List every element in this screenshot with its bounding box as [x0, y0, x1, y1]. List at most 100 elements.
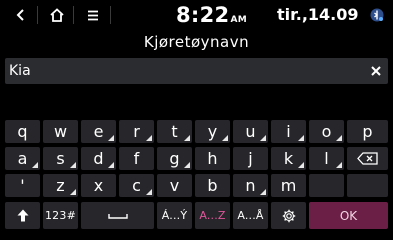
alternates-indicator	[146, 189, 152, 195]
key-label: i	[286, 121, 291, 141]
key-label: e	[93, 121, 104, 141]
key-z[interactable]: z	[43, 174, 78, 197]
key-k[interactable]: k	[271, 147, 306, 170]
backspace-icon	[356, 152, 378, 165]
key-label: x	[93, 175, 104, 195]
alternates-indicator	[298, 135, 304, 141]
alternates-indicator	[260, 189, 266, 195]
accented-letters-key[interactable]: Á...Ý	[157, 202, 192, 229]
key-label: u	[245, 121, 256, 141]
space-icon	[107, 213, 128, 219]
vehicle-name-field[interactable]: Kia	[5, 58, 388, 84]
key-c[interactable]: c	[119, 174, 154, 197]
key-n[interactable]: n	[233, 174, 268, 197]
key-label: A...Z	[199, 209, 226, 222]
key-label: j	[248, 148, 253, 168]
clock-ampm: AM	[230, 15, 247, 25]
space-key[interactable]	[81, 202, 154, 229]
key-o[interactable]: o	[309, 120, 344, 143]
key-label: s	[56, 148, 65, 168]
key-label: m	[280, 175, 297, 195]
key-label: p	[362, 121, 373, 141]
clock-time: 8:22	[176, 3, 230, 27]
key-label: c	[132, 175, 141, 195]
key-l[interactable]: l	[309, 147, 344, 170]
key-g[interactable]: g	[157, 147, 192, 170]
alternates-indicator	[260, 135, 266, 141]
key-label: n	[245, 175, 256, 195]
key-label: g	[169, 148, 180, 168]
alternates-indicator	[336, 135, 342, 141]
key-a[interactable]: a	[5, 147, 40, 170]
alternates-indicator	[336, 162, 342, 168]
date: tir.,14.09	[277, 5, 359, 24]
key-label: q	[17, 121, 28, 141]
key-r[interactable]: r	[119, 120, 154, 143]
alternates-indicator	[32, 162, 38, 168]
backspace-key[interactable]	[347, 147, 388, 170]
ok-button-label: OK	[339, 208, 358, 223]
page-title: Kjøretøynavn	[143, 33, 250, 51]
close-icon	[371, 66, 381, 76]
key-x[interactable]: x	[81, 174, 116, 197]
keyboard: q w e r t y u i o p a s d f g h j k l ' …	[0, 118, 393, 236]
home-icon[interactable]	[44, 3, 70, 27]
key-label: b	[207, 175, 218, 195]
key-label: 123#	[44, 209, 76, 222]
key-w[interactable]: w	[43, 120, 78, 143]
shift-key[interactable]	[5, 202, 40, 229]
key-h[interactable]: h	[195, 147, 230, 170]
status-bar: 8:22AM tir.,14.09	[0, 0, 393, 30]
key-y[interactable]: y	[195, 120, 230, 143]
key-b[interactable]: b	[195, 174, 230, 197]
alternates-indicator	[184, 135, 190, 141]
numeric-symbols-key[interactable]: 123#	[43, 202, 78, 229]
alternates-indicator	[298, 162, 304, 168]
key-blank[interactable]	[309, 174, 344, 197]
key-j[interactable]: j	[233, 147, 268, 170]
alternates-indicator	[146, 135, 152, 141]
menu-icon[interactable]	[80, 3, 106, 27]
key-label: A...Å	[237, 209, 264, 222]
key-label: r	[133, 121, 140, 141]
key-label: k	[283, 148, 294, 168]
alternates-indicator	[222, 135, 228, 141]
alternates-indicator	[108, 162, 114, 168]
key-blank[interactable]	[347, 174, 388, 197]
clear-text-button[interactable]	[366, 61, 386, 81]
key-e[interactable]: e	[81, 120, 116, 143]
divider	[110, 6, 111, 24]
key-m[interactable]: m	[271, 174, 306, 197]
key-label: '	[20, 175, 25, 195]
key-i[interactable]: i	[271, 120, 306, 143]
nordic-letters-key[interactable]: A...Å	[233, 202, 268, 229]
key-label: z	[56, 175, 65, 195]
key-label: h	[207, 148, 218, 168]
alternates-indicator	[70, 162, 76, 168]
key-label: w	[53, 121, 68, 141]
key-label: v	[169, 175, 180, 195]
key-apostrophe[interactable]: '	[5, 174, 40, 197]
key-v[interactable]: v	[157, 174, 192, 197]
back-arrow-icon[interactable]	[8, 3, 34, 27]
key-label: o	[321, 121, 332, 141]
key-q[interactable]: q	[5, 120, 40, 143]
ok-button[interactable]: OK	[309, 202, 388, 229]
key-p[interactable]: p	[347, 120, 388, 143]
key-d[interactable]: d	[81, 147, 116, 170]
alphabet-layout-key[interactable]: A...Z	[195, 202, 230, 229]
divider	[73, 6, 74, 24]
key-label: a	[17, 148, 28, 168]
vehicle-name-value: Kia	[9, 63, 31, 79]
key-f[interactable]: f	[119, 147, 154, 170]
key-label: l	[324, 148, 329, 168]
keyboard-settings-key[interactable]	[271, 202, 306, 229]
gear-icon	[282, 209, 295, 222]
alternates-indicator	[108, 135, 114, 141]
key-u[interactable]: u	[233, 120, 268, 143]
key-label: f	[133, 148, 140, 168]
key-s[interactable]: s	[43, 147, 78, 170]
key-t[interactable]: t	[157, 120, 192, 143]
shift-arrow-icon	[17, 209, 28, 222]
key-label: Á...Ý	[161, 209, 188, 222]
